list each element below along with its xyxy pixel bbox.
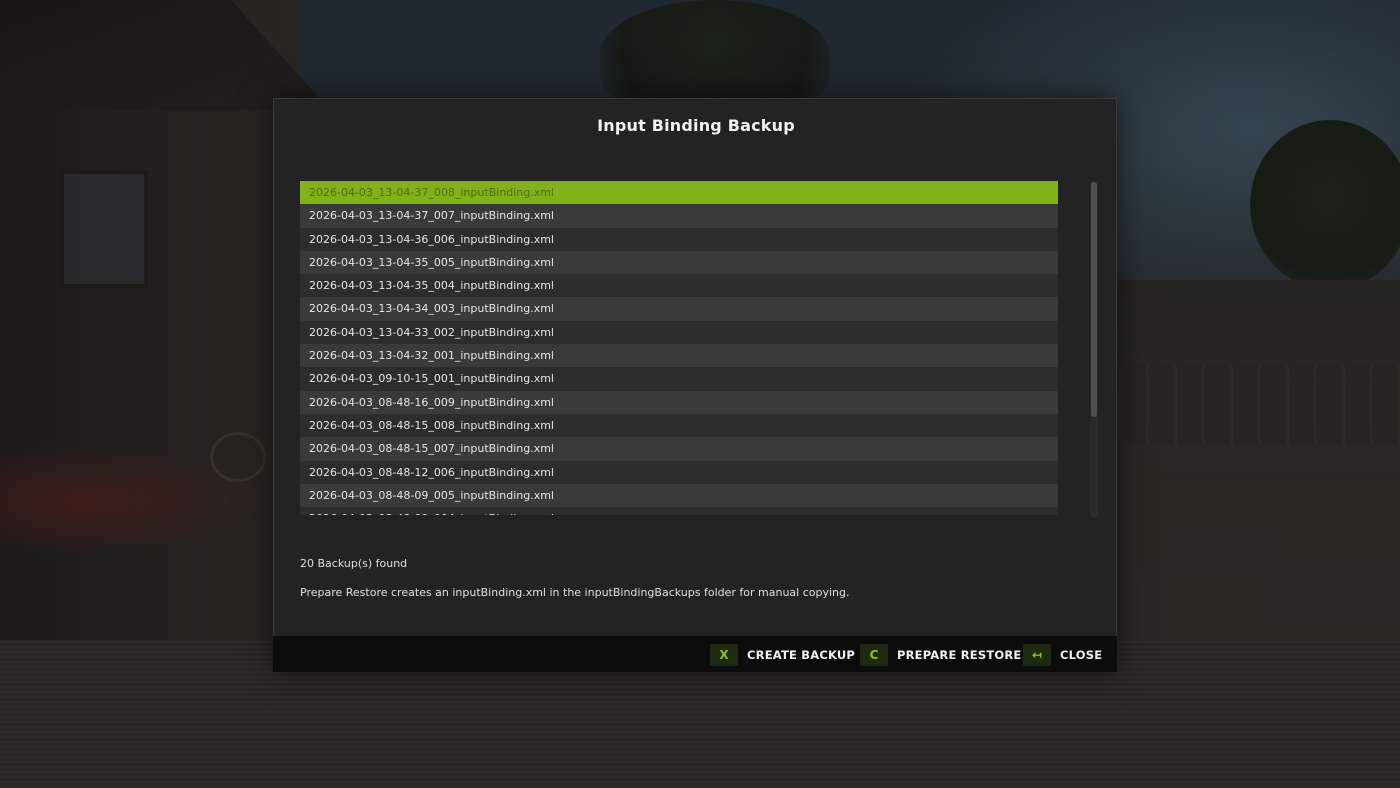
backup-list-item[interactable]: 2026-04-03_09-10-15_001_inputBinding.xml [300,367,1058,391]
list-scrollbar-thumb[interactable] [1091,182,1097,417]
list-scrollbar[interactable] [1090,182,1098,518]
background-tree-right [1250,120,1400,290]
background-barn-window [60,170,148,288]
button-bar: X CREATE BACKUP C PREPARE RESTORE ↤ CLOS… [273,636,1117,672]
close-label: CLOSE [1060,648,1103,662]
backup-count-text: 20 Backup(s) found [300,557,408,570]
backup-list-item[interactable]: 2026-04-03_08-48-15_007_inputBinding.xml [300,437,1058,461]
close-button[interactable]: ↤ CLOSE [1023,644,1102,666]
create-backup-button[interactable]: X CREATE BACKUP [710,644,855,666]
backup-list-item[interactable]: 2026-04-03_13-04-36_006_inputBinding.xml [300,227,1058,251]
back-arrow-icon: ↤ [1023,644,1051,666]
prepare-restore-button[interactable]: C PREPARE RESTORE [860,644,1021,666]
backup-list-item[interactable]: 2026-04-03_08-48-09_005_inputBinding.xml [300,483,1058,508]
dialog-title: Input Binding Backup [597,116,795,135]
backup-list-item[interactable]: 2026-04-03_08-48-16_009_inputBinding.xml [300,390,1058,414]
backup-list-item[interactable]: 2026-04-03_13-04-34_003_inputBinding.xml [300,297,1058,321]
backup-list-item[interactable]: 2026-04-03_13-04-37_007_inputBinding.xml [300,204,1058,228]
dialog-panel: Input Binding Backup 2026-04-03_13-04-37… [273,98,1117,636]
backup-list-item[interactable]: 2026-04-03_13-04-35_004_inputBinding.xml [300,274,1058,298]
backup-list-item[interactable]: 2026-04-03_13-04-33_002_inputBinding.xml [300,320,1058,345]
prepare-restore-label: PREPARE RESTORE [897,648,1022,662]
backup-list-item[interactable]: 2026-04-03_08-48-09_004_inputBinding.xml [300,507,1058,515]
background-fence [1118,365,1400,445]
background-sign [210,432,266,482]
backup-list-item[interactable]: 2026-04-03_13-04-37_008_inputBinding.xml [300,181,1058,205]
create-backup-label: CREATE BACKUP [747,648,856,662]
input-binding-backup-dialog: Input Binding Backup 2026-04-03_13-04-37… [273,98,1117,672]
c-key-icon: C [860,644,888,666]
backup-list-item[interactable]: 2026-04-03_08-48-15_008_inputBinding.xml [300,413,1058,438]
x-key-icon: X [710,644,738,666]
backup-list-item[interactable]: 2026-04-03_13-04-35_005_inputBinding.xml [300,250,1058,275]
restore-info-text: Prepare Restore creates an inputBinding.… [300,586,850,599]
backup-list-item[interactable]: 2026-04-03_13-04-32_001_inputBinding.xml [300,344,1058,368]
backup-list[interactable]: 2026-04-03_13-04-37_008_inputBinding.xml… [300,181,1058,515]
backup-list-item[interactable]: 2026-04-03_08-48-12_006_inputBinding.xml [300,460,1058,484]
background-tree [600,0,830,110]
